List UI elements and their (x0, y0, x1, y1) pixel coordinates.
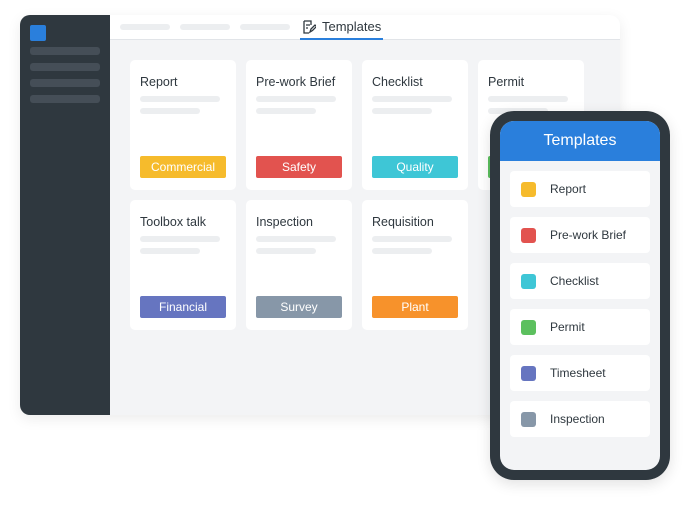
color-square-icon (521, 411, 536, 427)
placeholder-line (372, 96, 452, 102)
category-badge: Plant (372, 296, 458, 318)
sidebar (20, 15, 110, 415)
edit-document-icon (303, 19, 316, 34)
category-badge: Quality (372, 156, 458, 178)
template-card[interactable]: Report Commercial (130, 60, 236, 190)
color-square-icon (521, 365, 536, 381)
card-title: Checklist (372, 75, 423, 89)
placeholder-line (372, 108, 432, 114)
template-card[interactable]: Toolbox talk Financial (130, 200, 236, 330)
placeholder-line (256, 248, 316, 254)
color-square-icon (521, 227, 536, 243)
card-title: Requisition (372, 215, 434, 229)
placeholder-line (256, 96, 336, 102)
template-card[interactable]: Inspection Survey (246, 200, 352, 330)
mobile-list-item[interactable]: Inspection (510, 401, 650, 437)
item-label: Pre-work Brief (550, 228, 627, 242)
sidebar-item[interactable] (30, 95, 100, 103)
top-nav: Templates (110, 15, 620, 40)
placeholder-line (256, 108, 316, 114)
item-label: Checklist (550, 274, 599, 288)
tab-label: Templates (322, 19, 382, 34)
placeholder-line (372, 236, 452, 242)
template-card[interactable]: Checklist Quality (362, 60, 468, 190)
color-square-icon (521, 273, 536, 289)
placeholder-line (488, 96, 568, 102)
placeholder-line (372, 248, 432, 254)
card-title: Inspection (256, 215, 313, 229)
category-badge: Financial (140, 296, 226, 318)
nav-tab-placeholder[interactable] (120, 24, 170, 30)
mobile-list-item[interactable]: Permit (510, 309, 650, 345)
mobile-header: Templates (500, 121, 660, 161)
mobile-list-item[interactable]: Checklist (510, 263, 650, 299)
card-title: Toolbox talk (140, 215, 207, 229)
card-title: Permit (488, 75, 525, 89)
mobile-list-item[interactable]: Pre-work Brief (510, 217, 650, 253)
template-card[interactable]: Pre-work Brief Safety (246, 60, 352, 190)
category-badge: Survey (256, 296, 342, 318)
nav-tab-placeholder[interactable] (240, 24, 290, 30)
mobile-list-item[interactable]: Report (510, 171, 650, 207)
category-badge: Commercial (140, 156, 226, 178)
placeholder-line (140, 248, 200, 254)
item-label: Report (550, 182, 587, 196)
item-label: Inspection (550, 412, 605, 426)
template-card[interactable]: Requisition Plant (362, 200, 468, 330)
mobile-screen: Templates Report Pre-work Brief Checklist P… (500, 121, 660, 470)
color-square-icon (521, 319, 536, 335)
item-label: Permit (550, 320, 585, 334)
mobile-device: Templates Report Pre-work Brief Checklist P… (490, 111, 670, 480)
card-title: Pre-work Brief (256, 75, 336, 89)
sidebar-item[interactable] (30, 63, 100, 71)
sidebar-item[interactable] (30, 47, 100, 55)
item-label: Timesheet (550, 366, 606, 380)
placeholder-line (256, 236, 336, 242)
nav-tab-placeholder[interactable] (180, 24, 230, 30)
sidebar-item[interactable] (30, 79, 100, 87)
card-title: Report (140, 75, 178, 89)
mobile-title: Templates (543, 132, 617, 149)
mobile-list-item[interactable]: Timesheet (510, 355, 650, 391)
tab-templates[interactable]: Templates (300, 15, 384, 40)
color-square-icon (521, 181, 536, 197)
placeholder-line (140, 108, 200, 114)
placeholder-line (140, 96, 220, 102)
placeholder-line (140, 236, 220, 242)
category-badge: Safety (256, 156, 342, 178)
app-logo (30, 25, 46, 41)
